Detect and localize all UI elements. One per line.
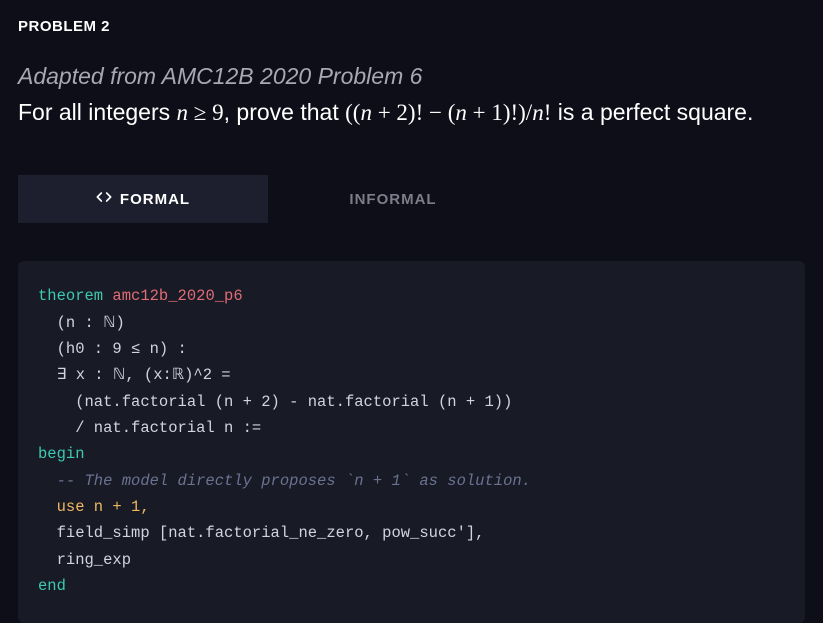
kw-end: end <box>38 577 66 595</box>
tab-formal[interactable]: FORMAL <box>18 175 268 223</box>
stmt-expr: ((n + 2)! − (n + 1)!)/n! <box>345 100 551 125</box>
stmt-suffix: is a perfect square. <box>551 99 753 125</box>
stmt-var: n <box>177 100 189 125</box>
theorem-name: amc12b_2020_p6 <box>103 287 243 305</box>
stmt-mid: , prove that <box>224 99 345 125</box>
code-icon <box>96 189 112 209</box>
stmt-cond: ≥ 9 <box>188 100 224 125</box>
tab-formal-label: FORMAL <box>120 191 190 208</box>
code-line: (n : ℕ) <box>38 314 125 332</box>
code-line: ∃ x : ℕ, (x:ℝ)^2 = <box>38 366 231 384</box>
code-line: field_simp [nat.factorial_ne_zero, pow_s… <box>38 524 484 542</box>
problem-statement: For all integers n ≥ 9, prove that ((n +… <box>18 96 805 129</box>
tab-informal[interactable]: INFORMAL <box>268 175 518 223</box>
code-comment: -- The model directly proposes `n + 1` a… <box>38 472 531 490</box>
adapted-from: Adapted from AMC12B 2020 Problem 6 <box>18 63 805 90</box>
code-line: (h0 : 9 ≤ n) : <box>38 340 187 358</box>
code-use: use n + 1, <box>38 498 150 516</box>
tab-informal-label: INFORMAL <box>349 191 436 208</box>
code-block: theorem amc12b_2020_p6 (n : ℕ) (h0 : 9 ≤… <box>18 261 805 623</box>
stmt-prefix: For all integers <box>18 99 177 125</box>
problem-label: PROBLEM 2 <box>18 18 805 35</box>
code-line: ring_exp <box>38 551 131 569</box>
code-line: (nat.factorial (n + 2) - nat.factorial (… <box>38 393 512 411</box>
tab-bar: FORMAL INFORMAL <box>18 175 518 223</box>
kw-theorem: theorem <box>38 287 103 305</box>
kw-begin: begin <box>38 445 85 463</box>
code-line: / nat.factorial n := <box>38 419 261 437</box>
